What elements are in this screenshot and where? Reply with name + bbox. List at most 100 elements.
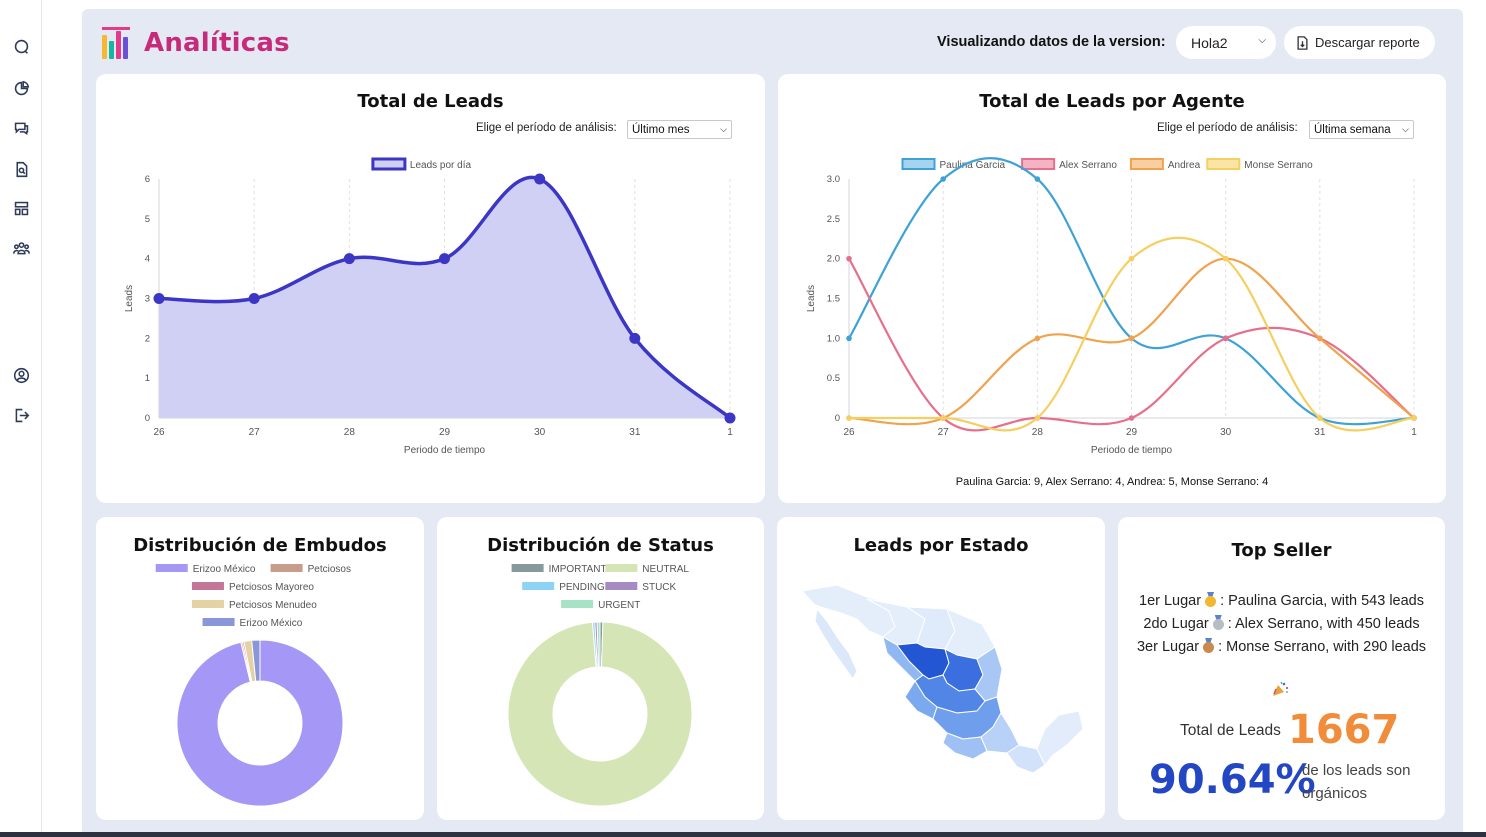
- legend-swatch: [522, 582, 555, 590]
- legend-label: URGENT: [598, 600, 640, 611]
- user-circle-icon[interactable]: [11, 365, 31, 385]
- window-bottom-edge: [0, 832, 1486, 837]
- top-seller-first-place: 1er Lugar: [1139, 593, 1202, 609]
- logout-icon[interactable]: [11, 405, 31, 425]
- y-tick-label: 2.0: [827, 254, 840, 265]
- gold-medal-icon: [1204, 592, 1217, 607]
- x-tick-label: 29: [1126, 427, 1138, 438]
- states-title: Leads por Estado: [853, 535, 1029, 556]
- data-point: [153, 293, 165, 304]
- analytics-logo-icon: [102, 27, 132, 59]
- mexico-map: [801, 584, 1084, 774]
- x-tick-label: 31: [1314, 427, 1326, 438]
- data-point: [846, 415, 852, 421]
- data-point: [846, 335, 852, 342]
- data-point: [534, 173, 546, 185]
- legend-swatch: [155, 564, 188, 572]
- search-icon[interactable]: [11, 36, 31, 56]
- data-point: [940, 176, 946, 182]
- y-tick-label: 5: [145, 214, 150, 225]
- top-seller-third-place: 3er Lugar: [1136, 639, 1200, 655]
- legend-label: PENDING: [559, 582, 605, 593]
- y-tick-label: 1.5: [827, 294, 840, 305]
- download-report-button[interactable]: Descargar reporte: [1284, 26, 1435, 59]
- legend-label: Leads por día: [410, 160, 472, 171]
- series-line-1: [848, 258, 1415, 432]
- legend-swatch: [1129, 158, 1164, 170]
- version-select-value: Hola2: [1191, 34, 1228, 51]
- top-seller-first: 1er Lugar : Paulina Garcia, with 543 lead…: [1118, 592, 1445, 609]
- legend-swatch: [1021, 158, 1056, 170]
- x-tick-label: 27: [938, 427, 950, 438]
- data-point: [846, 255, 852, 262]
- data-point: [343, 253, 355, 265]
- top-seller-third: 3er Lugar: Monse Serrano, with 290 leads: [1118, 638, 1445, 655]
- data-point: [1317, 335, 1323, 342]
- legend-label: Petciosos Menudeo: [229, 600, 317, 611]
- bronze-medal-icon: [1202, 638, 1215, 653]
- y-tick-label: 1.0: [827, 333, 840, 344]
- x-tick-label: 26: [153, 427, 165, 438]
- x-axis-title: Periodo de tiempo: [1091, 445, 1173, 456]
- x-tick-label: 1: [1411, 427, 1417, 438]
- version-select[interactable]: Hola2 ⌵: [1176, 26, 1276, 59]
- x-tick-label: 26: [843, 427, 855, 438]
- brand: Analíticas: [102, 27, 290, 59]
- y-tick-label: 0: [835, 413, 840, 424]
- legend-label: NEUTRAL: [642, 564, 689, 575]
- legend-swatch: [901, 158, 936, 170]
- legend-label: IMPORTANT: [549, 564, 607, 575]
- x-tick-label: 30: [534, 427, 546, 438]
- x-tick-label: 30: [1220, 427, 1232, 438]
- y-axis-title: Leads: [124, 285, 135, 312]
- legend-swatch: [270, 564, 303, 572]
- data-point: [1222, 335, 1229, 342]
- team-icon[interactable]: [11, 238, 31, 258]
- legend-label: Alex Serrano: [1059, 160, 1117, 171]
- legend-swatch: [605, 582, 638, 590]
- funnels-chart: Erizoo México Petciosos Petciosos Mayoreo P…: [155, 564, 351, 807]
- status-card: Distribución de Status IMPORTANT NEUTRAL P…: [437, 517, 764, 820]
- legend-label: Andrea: [1168, 160, 1201, 171]
- legend-swatch: [371, 157, 407, 171]
- top-seller-second: 2do Lugar: Alex Serrano, with 450 leads: [1118, 615, 1445, 632]
- chat-icon[interactable]: [11, 118, 31, 138]
- total-leads-value: 1667: [1288, 707, 1400, 753]
- top-seller-first-text: : Paulina Garcia, with 543 leads: [1220, 593, 1424, 609]
- x-tick-label: 29: [439, 427, 451, 438]
- data-point: [724, 412, 736, 424]
- legend-label: STUCK: [642, 582, 676, 593]
- x-tick-label: 27: [249, 427, 261, 438]
- data-point: [248, 293, 260, 304]
- legend-swatch: [191, 582, 224, 590]
- data-point: [1411, 415, 1417, 421]
- data-point: [1128, 335, 1135, 342]
- legend-label: Monse Serrano: [1244, 160, 1313, 171]
- legend-swatch: [605, 564, 638, 572]
- states-card: Leads por Estado: [777, 517, 1105, 820]
- layout-icon[interactable]: [11, 198, 31, 218]
- data-point: [1317, 415, 1323, 421]
- legend-label: Petciosos Mayoreo: [229, 582, 314, 593]
- document-search-icon[interactable]: [11, 159, 31, 179]
- party-popper-icon: [1273, 681, 1289, 696]
- legend-swatch: [202, 618, 235, 626]
- map-region-baja-peninsula: [814, 607, 858, 680]
- legend-swatch: [191, 600, 224, 608]
- data-point: [1034, 415, 1041, 421]
- y-tick-label: 0.5: [827, 373, 840, 384]
- data-point: [1034, 176, 1041, 182]
- legend-label: Erizoo México: [193, 564, 256, 575]
- top-seller-second-text: : Alex Serrano, with 450 leads: [1227, 616, 1420, 632]
- download-report-label: Descargar reporte: [1315, 35, 1420, 50]
- series-area-0: [159, 177, 730, 418]
- data-point: [1034, 335, 1041, 342]
- x-tick-label: 28: [344, 427, 356, 438]
- y-tick-label: 0: [145, 413, 150, 424]
- pie-chart-icon[interactable]: [11, 78, 31, 98]
- total-leads-label: Total de Leads: [1180, 722, 1281, 739]
- file-download-icon: [1297, 35, 1308, 50]
- y-tick-label: 3.0: [827, 174, 840, 185]
- legend-swatch: [1206, 158, 1241, 170]
- top-seller-title: Top Seller: [1231, 540, 1332, 561]
